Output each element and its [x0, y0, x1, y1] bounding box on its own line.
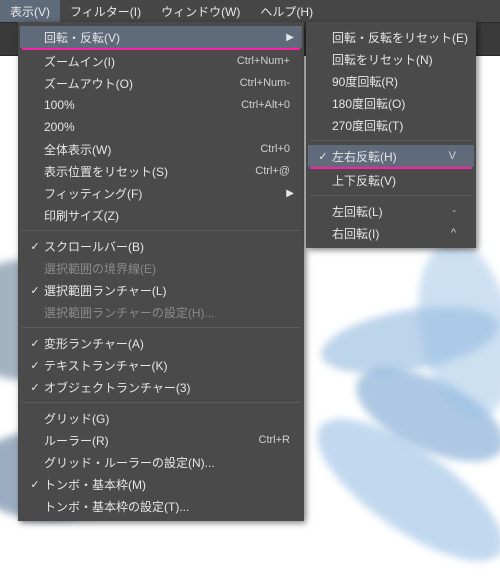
- menu-zoom-in-shortcut: Ctrl+Num+: [237, 55, 290, 67]
- submenu-rotate-90-label: 90度回転(R): [332, 73, 456, 90]
- menu-separator: [310, 195, 472, 196]
- check-icon: ✓: [314, 150, 332, 163]
- menu-fitting-label: フィッティング(F): [44, 185, 290, 202]
- menu-100pct-label: 100%: [44, 98, 229, 112]
- menu-print-size-label: 印刷サイズ(Z): [44, 207, 290, 224]
- menu-object-launcher-label: オブジェクトランチャー(3): [44, 379, 290, 396]
- menu-ruler[interactable]: ルーラー(R) Ctrl+R: [20, 429, 302, 451]
- menu-fitting[interactable]: フィッティング(F) ▶: [20, 182, 302, 204]
- submenu-rotate-270[interactable]: 270度回転(T): [308, 114, 474, 136]
- menu-scrollbar-label: スクロールバー(B): [44, 238, 290, 255]
- submenu-flip-horizontal-label: 左右反転(H): [332, 148, 437, 165]
- submenu-flip-horizontal-shortcut: V: [449, 150, 456, 162]
- menu-separator: [22, 230, 300, 231]
- menu-object-launcher[interactable]: ✓ オブジェクトランチャー(3): [20, 376, 302, 398]
- menubar-filter[interactable]: フィルター(I): [60, 0, 151, 22]
- check-icon: ✓: [26, 359, 44, 372]
- submenu-rotate-90[interactable]: 90度回転(R): [308, 70, 474, 92]
- menu-selection-launcher-settings: 選択範囲ランチャーの設定(H)...: [20, 301, 302, 323]
- menu-fit-all[interactable]: 全体表示(W) Ctrl+0: [20, 138, 302, 160]
- menu-transform-launcher[interactable]: ✓ 変形ランチャー(A): [20, 332, 302, 354]
- submenu-rotate-left[interactable]: 左回転(L) -: [308, 200, 474, 222]
- menu-selection-edge-label: 選択範囲の境界線(E): [44, 260, 290, 277]
- menu-scrollbar[interactable]: ✓ スクロールバー(B): [20, 235, 302, 257]
- menu-zoom-in[interactable]: ズームイン(I) Ctrl+Num+: [20, 50, 302, 72]
- menu-reset-view-shortcut: Ctrl+@: [255, 165, 290, 177]
- menu-zoom-out[interactable]: ズームアウト(O) Ctrl+Num-: [20, 72, 302, 94]
- submenu-rotate-right-label: 右回転(I): [332, 225, 439, 242]
- submenu-flip-vertical[interactable]: 上下反転(V): [308, 169, 474, 191]
- menu-reset-view[interactable]: 表示位置をリセット(S) Ctrl+@: [20, 160, 302, 182]
- check-icon: ✓: [26, 240, 44, 253]
- menu-trim-mark[interactable]: ✓ トンボ・基本枠(M): [20, 473, 302, 495]
- menu-text-launcher[interactable]: ✓ テキストランチャー(K): [20, 354, 302, 376]
- menu-rotate-flip-label: 回転・反転(V): [44, 29, 290, 46]
- menu-print-size[interactable]: 印刷サイズ(Z): [20, 204, 302, 226]
- check-icon: ✓: [26, 284, 44, 297]
- submenu-rotate-left-shortcut: -: [452, 205, 456, 217]
- menu-selection-launcher-settings-label: 選択範囲ランチャーの設定(H)...: [44, 304, 290, 321]
- menu-zoom-out-shortcut: Ctrl+Num-: [240, 77, 290, 89]
- submenu-flip-horizontal[interactable]: ✓ 左右反転(H) V: [308, 145, 474, 167]
- menu-rotate-flip[interactable]: 回転・反転(V) ▶: [20, 26, 302, 48]
- menu-selection-edge: 選択範囲の境界線(E): [20, 257, 302, 279]
- submenu-reset-both-label: 回転・反転をリセット(E): [332, 29, 468, 46]
- menu-zoom-in-label: ズームイン(I): [44, 53, 225, 70]
- menu-ruler-shortcut: Ctrl+R: [259, 434, 290, 446]
- menubar-view[interactable]: 表示(V): [0, 0, 60, 22]
- menu-grid-label: グリッド(G): [44, 410, 290, 427]
- submenu-reset-rotation[interactable]: 回転をリセット(N): [308, 48, 474, 70]
- menu-trim-mark-label: トンボ・基本枠(M): [44, 476, 290, 493]
- menu-reset-view-label: 表示位置をリセット(S): [44, 163, 243, 180]
- menubar-window-label: ウィンドウ(W): [161, 3, 240, 20]
- menu-grid[interactable]: グリッド(G): [20, 407, 302, 429]
- check-icon: ✓: [26, 337, 44, 350]
- submenu-rotate-270-label: 270度回転(T): [332, 117, 456, 134]
- submenu-rotate-left-label: 左回転(L): [332, 203, 440, 220]
- menu-transform-launcher-label: 変形ランチャー(A): [44, 335, 290, 352]
- menu-200pct-label: 200%: [44, 120, 290, 134]
- menubar-help[interactable]: ヘルプ(H): [250, 0, 323, 22]
- menubar-help-label: ヘルプ(H): [260, 3, 313, 20]
- menu-fit-all-label: 全体表示(W): [44, 141, 248, 158]
- menu-separator: [22, 402, 300, 403]
- menu-fit-all-shortcut: Ctrl+0: [260, 143, 290, 155]
- submenu-arrow-icon: ▶: [286, 188, 294, 199]
- menubar-view-label: 表示(V): [10, 3, 50, 20]
- menu-selection-launcher-label: 選択範囲ランチャー(L): [44, 282, 290, 299]
- menu-text-launcher-label: テキストランチャー(K): [44, 357, 290, 374]
- submenu-arrow-icon: ▶: [286, 32, 294, 43]
- menu-selection-launcher[interactable]: ✓ 選択範囲ランチャー(L): [20, 279, 302, 301]
- check-icon: ✓: [26, 478, 44, 491]
- menu-trim-mark-settings[interactable]: トンボ・基本枠の設定(T)...: [20, 495, 302, 517]
- submenu-flip-vertical-label: 上下反転(V): [332, 172, 456, 189]
- check-icon: ✓: [26, 381, 44, 394]
- submenu-rotate-right[interactable]: 右回転(I) ^: [308, 222, 474, 244]
- menu-100pct-shortcut: Ctrl+Alt+0: [241, 99, 290, 111]
- menu-zoom-out-label: ズームアウト(O): [44, 75, 228, 92]
- menu-grid-ruler-settings-label: グリッド・ルーラーの設定(N)...: [44, 454, 290, 471]
- view-menu: 回転・反転(V) ▶ ズームイン(I) Ctrl+Num+ ズームアウト(O) …: [18, 22, 304, 521]
- submenu-reset-rotation-label: 回転をリセット(N): [332, 51, 456, 68]
- rotate-flip-submenu: 回転・反転をリセット(E) 回転をリセット(N) 90度回転(R) 180度回転…: [306, 22, 476, 248]
- menu-separator: [22, 327, 300, 328]
- menu-100pct[interactable]: 100% Ctrl+Alt+0: [20, 94, 302, 116]
- menubar-window[interactable]: ウィンドウ(W): [151, 0, 250, 22]
- menubar-filter-label: フィルター(I): [70, 3, 141, 20]
- menu-trim-mark-settings-label: トンボ・基本枠の設定(T)...: [44, 498, 290, 515]
- submenu-rotate-right-shortcut: ^: [451, 227, 456, 239]
- menu-200pct[interactable]: 200%: [20, 116, 302, 138]
- submenu-rotate-180-label: 180度回転(O): [332, 95, 456, 112]
- menu-ruler-label: ルーラー(R): [44, 432, 247, 449]
- menu-separator: [310, 140, 472, 141]
- submenu-rotate-180[interactable]: 180度回転(O): [308, 92, 474, 114]
- menubar: 表示(V) フィルター(I) ウィンドウ(W) ヘルプ(H): [0, 0, 500, 22]
- menu-grid-ruler-settings[interactable]: グリッド・ルーラーの設定(N)...: [20, 451, 302, 473]
- submenu-reset-both[interactable]: 回転・反転をリセット(E): [308, 26, 474, 48]
